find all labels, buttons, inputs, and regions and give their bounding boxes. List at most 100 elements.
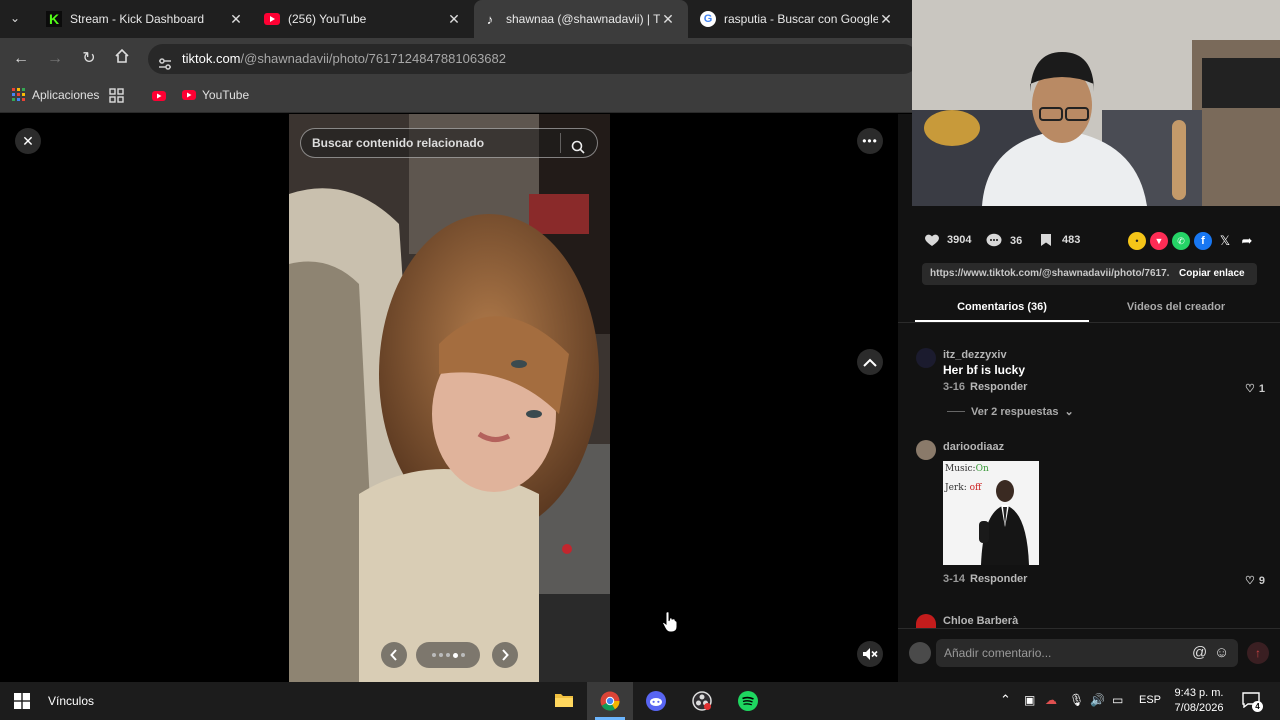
tab-youtube[interactable]: (256) YouTube ✕ [256, 0, 474, 38]
embed-share-icon[interactable]: • [1128, 232, 1146, 250]
comment-image[interactable]: Music:On Jerk: off [943, 461, 1039, 565]
view-replies-button[interactable]: Ver 2 respuestas ⌄ [947, 405, 1074, 418]
windows-start-icon[interactable] [14, 693, 30, 712]
bookmark-youtube[interactable]: YouTube [182, 88, 249, 102]
notifications-icon[interactable]: 4 [1242, 692, 1263, 712]
youtube-icon [182, 90, 196, 100]
previous-slide-chevron-left-icon[interactable] [381, 642, 407, 668]
links-toolbar-label[interactable]: Vínculos [48, 694, 94, 708]
tab-title: rasputia - Buscar con Google [724, 12, 878, 26]
reply-button[interactable]: Responder [970, 573, 1027, 585]
close-tab-icon[interactable]: ✕ [446, 11, 462, 28]
comment-like-button[interactable]: ♡ 1 [1245, 382, 1265, 396]
slide-dot[interactable] [431, 653, 436, 657]
tab-comments[interactable]: Comentarios (36) [915, 301, 1089, 313]
tiktok-icon: ♪ [486, 11, 494, 27]
clock[interactable]: 9:43 p. m. 7/08/2026 [1168, 686, 1230, 716]
comments-count: 36 [1010, 234, 1023, 247]
obs-icon[interactable] [692, 691, 712, 714]
meme-text-value: On [975, 464, 989, 474]
forward-arrow-icon[interactable]: → [44, 48, 66, 70]
site-settings-icon[interactable] [158, 52, 172, 82]
discord-icon[interactable] [646, 691, 666, 714]
reply-button[interactable]: Responder [970, 381, 1027, 393]
tab-creator-videos[interactable]: Videos del creador [1089, 301, 1263, 313]
slide-dot[interactable] [438, 653, 443, 657]
bookmark-apps-label: Aplicaciones [32, 88, 100, 102]
emoji-smiley-icon[interactable]: ☺ [1214, 639, 1229, 667]
slide-dot[interactable] [460, 653, 465, 657]
copy-link-button[interactable]: Copiar enlace [1179, 263, 1245, 285]
mention-at-icon[interactable]: @ [1192, 639, 1207, 667]
tray-chevron-up-icon[interactable]: ⌃ [1000, 692, 1011, 708]
youtube-bookmark-icon[interactable] [152, 90, 166, 104]
bookmark-youtube-label: YouTube [202, 88, 250, 102]
whatsapp-share-icon[interactable]: ✆ [1172, 232, 1190, 250]
post-comment-arrow-up-icon[interactable]: ↑ [1247, 642, 1269, 664]
comment-count-button[interactable]: 36 [986, 233, 1022, 248]
avatar[interactable] [916, 440, 936, 460]
photo-viewer: ✕ Buscar contenido relacionado ••• [0, 114, 898, 682]
onedrive-cloud-icon[interactable]: ☁ [1045, 693, 1057, 707]
close-tab-icon[interactable]: ✕ [660, 11, 676, 28]
bookmark-apps[interactable]: Aplicaciones [12, 88, 99, 102]
clock-time: 9:43 p. m. [1174, 687, 1224, 699]
save-button[interactable]: 483 [1040, 233, 1080, 247]
mute-speaker-icon[interactable] [857, 641, 883, 667]
microphone-icon[interactable]: 🎙 [1069, 693, 1084, 707]
close-tab-icon[interactable]: ✕ [878, 11, 894, 28]
avatar[interactable] [916, 348, 936, 368]
slide-dot[interactable] [452, 652, 458, 658]
reload-icon[interactable]: ↻ [78, 48, 100, 70]
input-language[interactable]: ESP [1139, 694, 1161, 706]
tab-kick-dashboard[interactable]: K Stream - Kick Dashboard ✕ [38, 0, 256, 38]
windows-taskbar: Vínculos ⌃ ▣ ☁ 🎙 🔊 ▭ ESP 9:43 p. m. 7/08… [0, 682, 1280, 720]
comment-username[interactable]: Chloe Barberà [943, 615, 1018, 627]
like-button[interactable]: 3904 [924, 233, 971, 247]
comment-username[interactable]: darioodiaaz [943, 441, 1004, 453]
clock-date: 7/08/2026 [1174, 702, 1224, 714]
youtube-icon [264, 11, 280, 27]
address-bar[interactable]: tiktok.com/@shawnadavii/photo/7617124847… [148, 44, 918, 74]
more-options-icon[interactable]: ••• [857, 128, 883, 154]
notifications-count: 4 [1252, 701, 1263, 712]
tab-google-search[interactable]: G rasputia - Buscar con Google ✕ [692, 0, 906, 38]
comment-username[interactable]: itz_dezzyxiv [943, 349, 1007, 361]
tab-groups-grid-icon[interactable] [109, 88, 124, 106]
volume-icon[interactable]: 🔊 [1090, 693, 1105, 707]
avatar[interactable] [916, 614, 936, 628]
tab-search-chevron-icon[interactable]: ⌄ [10, 11, 20, 25]
related-search-placeholder: Buscar contenido relacionado [312, 136, 485, 150]
share-arrow-icon[interactable]: ➦ [1238, 232, 1256, 250]
related-search-input[interactable]: Buscar contenido relacionado [300, 128, 598, 158]
mouse-cursor-hand-icon [662, 611, 678, 638]
next-slide-chevron-right-icon[interactable] [492, 642, 518, 668]
close-tab-icon[interactable]: ✕ [228, 11, 244, 28]
add-comment-input[interactable]: Añadir comentario... @ ☺ [936, 639, 1238, 667]
spotify-icon[interactable] [738, 691, 758, 714]
previous-post-chevron-up-icon[interactable] [857, 349, 883, 375]
slide-dot[interactable] [445, 653, 450, 657]
heart-outline-icon: ♡ [1245, 383, 1255, 395]
chrome-taskbar-button[interactable] [587, 682, 633, 720]
network-icon[interactable]: ▭ [1112, 693, 1123, 707]
file-explorer-icon[interactable] [554, 691, 574, 712]
apps-grid-icon [12, 88, 25, 101]
google-icon: G [700, 11, 716, 27]
meet-now-camera-icon[interactable]: ▣ [1024, 693, 1035, 707]
tabs-divider [898, 322, 1280, 323]
back-arrow-icon[interactable]: ← [10, 48, 32, 70]
search-icon[interactable] [571, 136, 585, 164]
tab-strip: ⌄ K Stream - Kick Dashboard ✕ (256) YouT… [0, 0, 912, 38]
home-icon[interactable] [111, 48, 133, 70]
close-viewer-button[interactable]: ✕ [15, 128, 41, 154]
comment-like-count: 1 [1258, 382, 1265, 395]
x-share-icon[interactable]: 𝕏 [1216, 232, 1234, 250]
post-photo [289, 114, 610, 682]
tab-tiktok-active[interactable]: ♪ shawnaa (@shawnadavii) | TikT ✕ [474, 0, 688, 38]
slide-indicator [416, 642, 480, 668]
share-url[interactable]: https://www.tiktok.com/@shawnadavii/phot… [930, 263, 1170, 285]
facebook-share-icon[interactable]: f [1194, 232, 1212, 250]
send-share-icon[interactable]: ▼ [1150, 232, 1168, 250]
comment-like-button[interactable]: ♡ 9 [1245, 574, 1265, 588]
